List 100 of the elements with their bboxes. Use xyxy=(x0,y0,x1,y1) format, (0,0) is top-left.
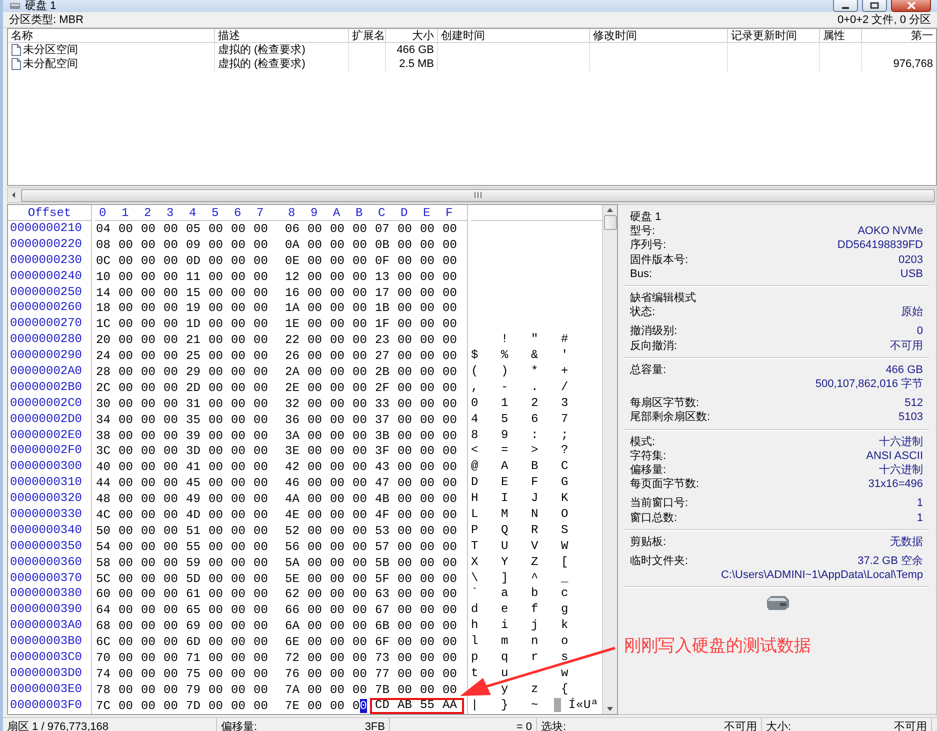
hex-byte: 00 xyxy=(306,572,323,585)
hex-byte: 28 xyxy=(95,366,112,378)
hex-byte: 56 xyxy=(284,540,300,553)
column-header: F xyxy=(444,206,454,218)
scroll-down-button[interactable] xyxy=(606,706,614,712)
hex-byte: 00 xyxy=(140,270,156,283)
hex-byte: 06 xyxy=(284,222,300,235)
offset-label: 00000003D0 xyxy=(9,666,84,682)
hex-byte: 00 xyxy=(352,668,368,680)
info-value: DD564198839FD xyxy=(837,238,923,253)
hex-byte: 00 xyxy=(208,493,224,506)
hex-byte: 00 xyxy=(329,445,346,458)
file-icon xyxy=(11,44,21,56)
hex-byte: 00 xyxy=(208,604,224,616)
hex-byte: 00 xyxy=(230,588,246,600)
hex-byte: 00 xyxy=(162,620,179,632)
column-header[interactable]: 描述 xyxy=(215,29,349,43)
hex-byte: 00 xyxy=(396,445,413,458)
column-header[interactable]: 第一 xyxy=(862,29,936,43)
hex-byte: 00 xyxy=(208,238,224,251)
hex-byte: 54 xyxy=(95,540,112,553)
hex-byte: 0E xyxy=(284,254,300,267)
info-value: 512 xyxy=(904,396,923,410)
hex-byte: 00 xyxy=(230,334,246,346)
annotation-text: 刚刚写入硬盘的测试数据 xyxy=(624,635,811,657)
hex-byte: 00 xyxy=(352,286,368,298)
hex-byte: 00 xyxy=(162,652,179,664)
hex-byte: 00 xyxy=(118,572,134,585)
info-value: ANSI ASCII xyxy=(866,448,923,464)
hex-byte: 00 xyxy=(162,254,179,267)
column-header: 6 xyxy=(233,206,242,218)
hex-byte: 00 xyxy=(352,238,368,251)
info-value: 1 xyxy=(916,510,923,525)
hex-byte: 00 xyxy=(352,414,368,426)
hex-byte: 00 xyxy=(252,588,269,600)
column-header[interactable]: 创建时间 xyxy=(438,29,590,43)
hex-byte: 00 xyxy=(442,604,458,616)
hex-byte: 00 xyxy=(140,540,156,553)
scrollbar-thumb[interactable] xyxy=(604,215,616,230)
hex-byte: 2E xyxy=(284,382,300,394)
column-header[interactable]: 修改时间 xyxy=(590,29,728,43)
hex-byte: 00 xyxy=(162,524,179,537)
column-header[interactable]: 扩展名 xyxy=(349,29,386,43)
hex-byte: 00 xyxy=(396,668,413,680)
hex-byte: 26 xyxy=(284,350,300,362)
hex-byte: 2F xyxy=(374,382,390,394)
column-header[interactable]: 属性 xyxy=(820,29,862,43)
down-arrow-icon xyxy=(606,706,614,712)
hex-byte: 00 xyxy=(329,222,346,235)
hex-byte: 00 xyxy=(118,540,134,553)
hex-byte: 04 xyxy=(95,222,112,235)
hex-byte: 3B xyxy=(374,430,390,442)
text-row: p q r s xyxy=(471,650,569,664)
hex-byte: 00 xyxy=(329,430,346,442)
offset-label: 0000000360 xyxy=(9,554,84,571)
hex-byte: 00 xyxy=(230,414,246,426)
hex-byte: 00 xyxy=(306,620,323,632)
hex-byte: 51 xyxy=(185,524,202,537)
hex-byte: 00 xyxy=(419,652,436,664)
hex-byte: 00 xyxy=(329,477,346,490)
hex-byte: 00 xyxy=(208,572,224,585)
restore-button[interactable] xyxy=(862,0,887,12)
scroll-up-button[interactable] xyxy=(606,207,614,213)
hex-byte: 00 xyxy=(396,238,413,251)
hex-byte: 00 xyxy=(329,700,346,712)
close-button[interactable] xyxy=(891,0,931,12)
hex-byte: 00 xyxy=(252,414,269,426)
hex-byte: 11 xyxy=(185,270,202,283)
hex-byte: 1A xyxy=(284,302,300,314)
hex-byte: 00 xyxy=(419,604,436,616)
hex-byte: 00 xyxy=(419,318,436,330)
minimize-button[interactable] xyxy=(833,0,858,12)
hex-byte: 22 xyxy=(284,334,300,346)
hex-byte: 18 xyxy=(95,302,112,314)
hex-byte: 00 xyxy=(140,588,156,600)
column-header[interactable]: 记录更新时间 xyxy=(728,29,820,43)
hex-byte: 00 xyxy=(306,684,323,696)
text-row: L M N O xyxy=(471,507,569,522)
hex-byte: 00 xyxy=(442,588,458,600)
column-header[interactable]: 大小 xyxy=(386,29,438,43)
hex-byte: 00 xyxy=(140,477,156,490)
hex-byte: 0F xyxy=(374,254,390,267)
info-value: 十六进制 xyxy=(879,463,923,478)
hex-byte: 00 xyxy=(140,350,156,362)
hex-byte: 6C xyxy=(95,636,112,648)
offset-label: 0000000290 xyxy=(9,348,84,364)
hex-byte: 00 xyxy=(252,684,269,696)
text-row: ( ) * + xyxy=(471,364,569,378)
hex-byte: 00 xyxy=(419,493,436,506)
hex-byte: 00 xyxy=(352,588,368,600)
scrollbar-thumb[interactable] xyxy=(21,188,935,202)
hex-byte: 31 xyxy=(185,398,202,410)
hex-byte: 00 xyxy=(230,238,246,251)
hex-byte: 00 xyxy=(208,652,224,664)
hex-byte: 00 xyxy=(208,588,224,600)
text-row: @ A B C xyxy=(471,459,569,474)
hex-byte: 00 xyxy=(442,572,458,585)
hex-byte: 00 xyxy=(252,556,269,569)
offset-label: 00000002D0 xyxy=(9,412,84,428)
hex-byte: 00 xyxy=(442,398,458,410)
